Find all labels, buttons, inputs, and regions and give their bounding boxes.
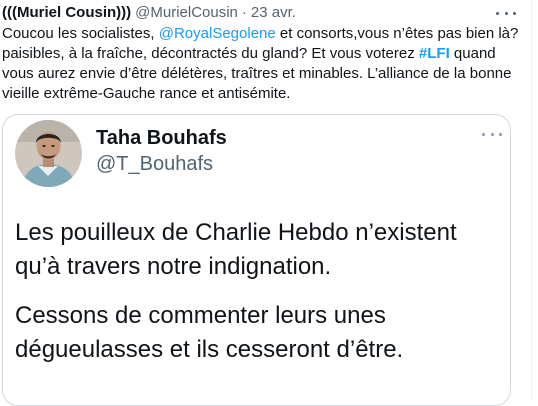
timeline-border xyxy=(531,0,532,402)
hashtag-link[interactable]: #LFI xyxy=(419,45,450,62)
profile-photo xyxy=(15,120,82,187)
quoted-paragraph: Cessons de commenter leurs unes dégueula… xyxy=(15,302,404,363)
tweet-header: (((Muriel Cousin))) @MurielCousin · 23 a… xyxy=(2,4,526,22)
mention-link[interactable]: @RoyalSegolene xyxy=(159,25,276,42)
quoted-author-handle[interactable]: @T_Bouhafs xyxy=(96,152,213,176)
header-separator: · xyxy=(241,4,247,21)
quoted-tweet-card[interactable]: Taha Bouhafs @T_Bouhafs Les pouilleux de… xyxy=(2,114,511,406)
quoted-author-name[interactable]: Taha Bouhafs xyxy=(96,126,227,150)
quoted-paragraph: Les pouilleux de Charlie Hebdo n’existen… xyxy=(15,219,457,280)
more-dots-icon xyxy=(482,127,502,141)
author-name[interactable]: (((Muriel Cousin))) xyxy=(2,4,131,22)
quoted-text: Les pouilleux de Charlie Hebdo n’existen… xyxy=(15,216,505,382)
more-dots-icon[interactable] xyxy=(496,4,516,22)
tweet-text-part: Coucou les socialistes, xyxy=(2,25,159,42)
author-handle[interactable]: @MurielCousin xyxy=(135,4,238,22)
avatar[interactable] xyxy=(15,120,82,187)
tweet-date[interactable]: 23 avr. xyxy=(251,4,296,22)
tweet-text: Coucou les socialistes, @RoyalSegolene e… xyxy=(2,24,520,104)
